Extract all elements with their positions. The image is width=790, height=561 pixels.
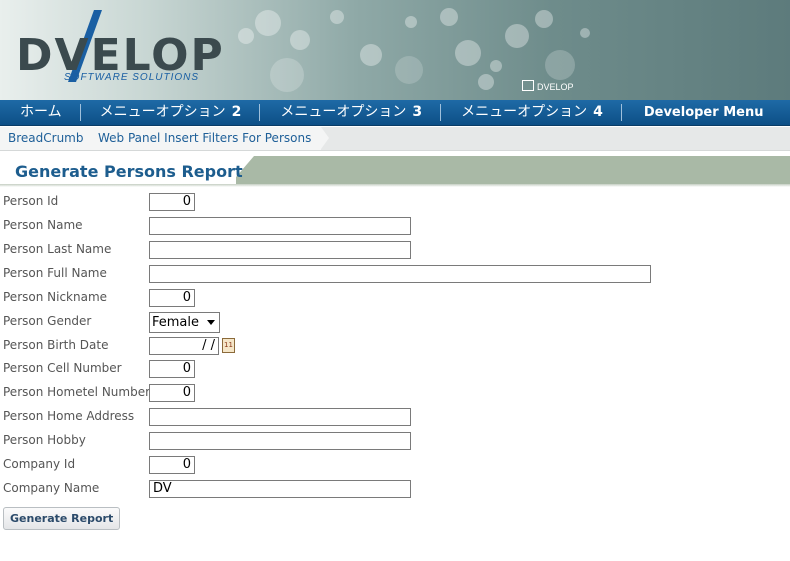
person-full-name-input[interactable] — [149, 265, 651, 283]
breadcrumb: BreadCrumb Web Panel Insert Filters For … — [0, 127, 790, 151]
main-navbar: ホーム メニューオプション 2 メニューオプション 3 メニューオプション 4 Dev… — [0, 100, 790, 126]
nav-label: メニューオプション — [99, 104, 226, 120]
chevron-down-icon — [207, 320, 215, 325]
form-row-person-hometel-number: Person Hometel Number 0 — [3, 383, 783, 403]
nav-item-menu-option-3[interactable]: メニューオプション 3 — [260, 100, 440, 125]
nav-num: 4 — [593, 104, 603, 120]
company-id-input[interactable]: 0 — [149, 456, 195, 474]
person-birth-date-label: Person Birth Date — [3, 338, 109, 352]
nav-label: ホーム — [20, 104, 62, 120]
nav-label: メニューオプション — [280, 104, 407, 120]
page-title: Generate Persons Report — [15, 162, 243, 181]
form-row-person-birth-date: Person Birth Date / / 11 — [3, 336, 783, 356]
title-shadow — [0, 184, 790, 187]
form-row-person-full-name: Person Full Name — [3, 264, 783, 284]
person-home-address-label: Person Home Address — [3, 409, 135, 423]
person-full-name-label: Person Full Name — [3, 266, 107, 280]
person-birth-date-input[interactable]: / / — [149, 337, 219, 355]
form-row-person-id: Person Id 0 — [3, 192, 783, 212]
nav-item-home[interactable]: ホーム — [0, 100, 80, 125]
person-hometel-number-label: Person Hometel Number — [3, 385, 151, 399]
person-hobby-label: Person Hobby — [3, 433, 86, 447]
nav-item-menu-option-2[interactable]: メニューオプション 2 — [81, 100, 260, 125]
person-nickname-label: Person Nickname — [3, 290, 108, 304]
person-cell-number-input[interactable]: 0 — [149, 360, 195, 378]
form-row-company-id: Company Id 0 — [3, 455, 783, 475]
form-row-person-last-name: Person Last Name — [3, 240, 783, 260]
nav-item-developer-menu[interactable]: Developer Menu — [622, 100, 764, 125]
small-logo-text: DVELOP — [537, 82, 574, 92]
person-gender-value: Female — [152, 315, 200, 330]
nav-label: Developer Menu — [643, 105, 764, 120]
form-row-person-cell-number: Person Cell Number 0 — [3, 359, 783, 379]
person-home-address-input[interactable] — [149, 408, 411, 426]
generate-report-button[interactable]: Generate Report — [3, 507, 121, 530]
nav-num: 2 — [231, 104, 242, 120]
person-hometel-number-input[interactable]: 0 — [149, 384, 195, 402]
person-last-name-input[interactable] — [149, 241, 411, 259]
company-id-label: Company Id — [3, 457, 76, 471]
person-nickname-input[interactable]: 0 — [149, 289, 195, 307]
person-name-label: Person Name — [3, 218, 83, 232]
person-cell-number-label: Person Cell Number — [3, 361, 122, 375]
form-row-person-hobby: Person Hobby — [3, 431, 783, 451]
person-id-input[interactable]: 0 — [149, 193, 195, 211]
logo-subtitle: SOFTWARE SOLUTIONS — [64, 72, 200, 83]
company-name-label: Company Name — [3, 481, 100, 495]
person-hobby-input[interactable] — [149, 432, 411, 450]
form-row-person-gender: Person Gender Female — [3, 312, 783, 333]
breadcrumb-item-current[interactable]: Web Panel Insert Filters For Persons — [90, 127, 330, 150]
person-gender-select[interactable]: Female — [149, 312, 220, 333]
form-row-person-nickname: Person Nickname 0 — [3, 288, 783, 308]
breadcrumb-item-home[interactable]: BreadCrumb — [0, 127, 103, 150]
person-name-input[interactable] — [149, 217, 411, 235]
header-banner: DVELOP SOFTWARE SOLUTIONS DVELOP — [0, 0, 790, 100]
company-name-input[interactable]: DV — [149, 480, 411, 498]
calendar-icon[interactable]: 11 — [222, 338, 235, 353]
form-row-person-name: Person Name — [3, 216, 783, 236]
small-logo: DVELOP — [522, 80, 574, 92]
small-logo-icon — [522, 80, 534, 91]
form-row-company-name: Company Name DV — [3, 479, 783, 499]
nav-label: メニューオプション — [461, 104, 588, 120]
form-row-person-home-address: Person Home Address — [3, 407, 783, 427]
person-gender-label: Person Gender — [3, 314, 92, 328]
person-last-name-label: Person Last Name — [3, 242, 112, 256]
nav-num: 3 — [412, 104, 423, 120]
person-id-label: Person Id — [3, 194, 59, 208]
nav-item-menu-option-4[interactable]: メニューオプション 4 — [441, 100, 621, 125]
